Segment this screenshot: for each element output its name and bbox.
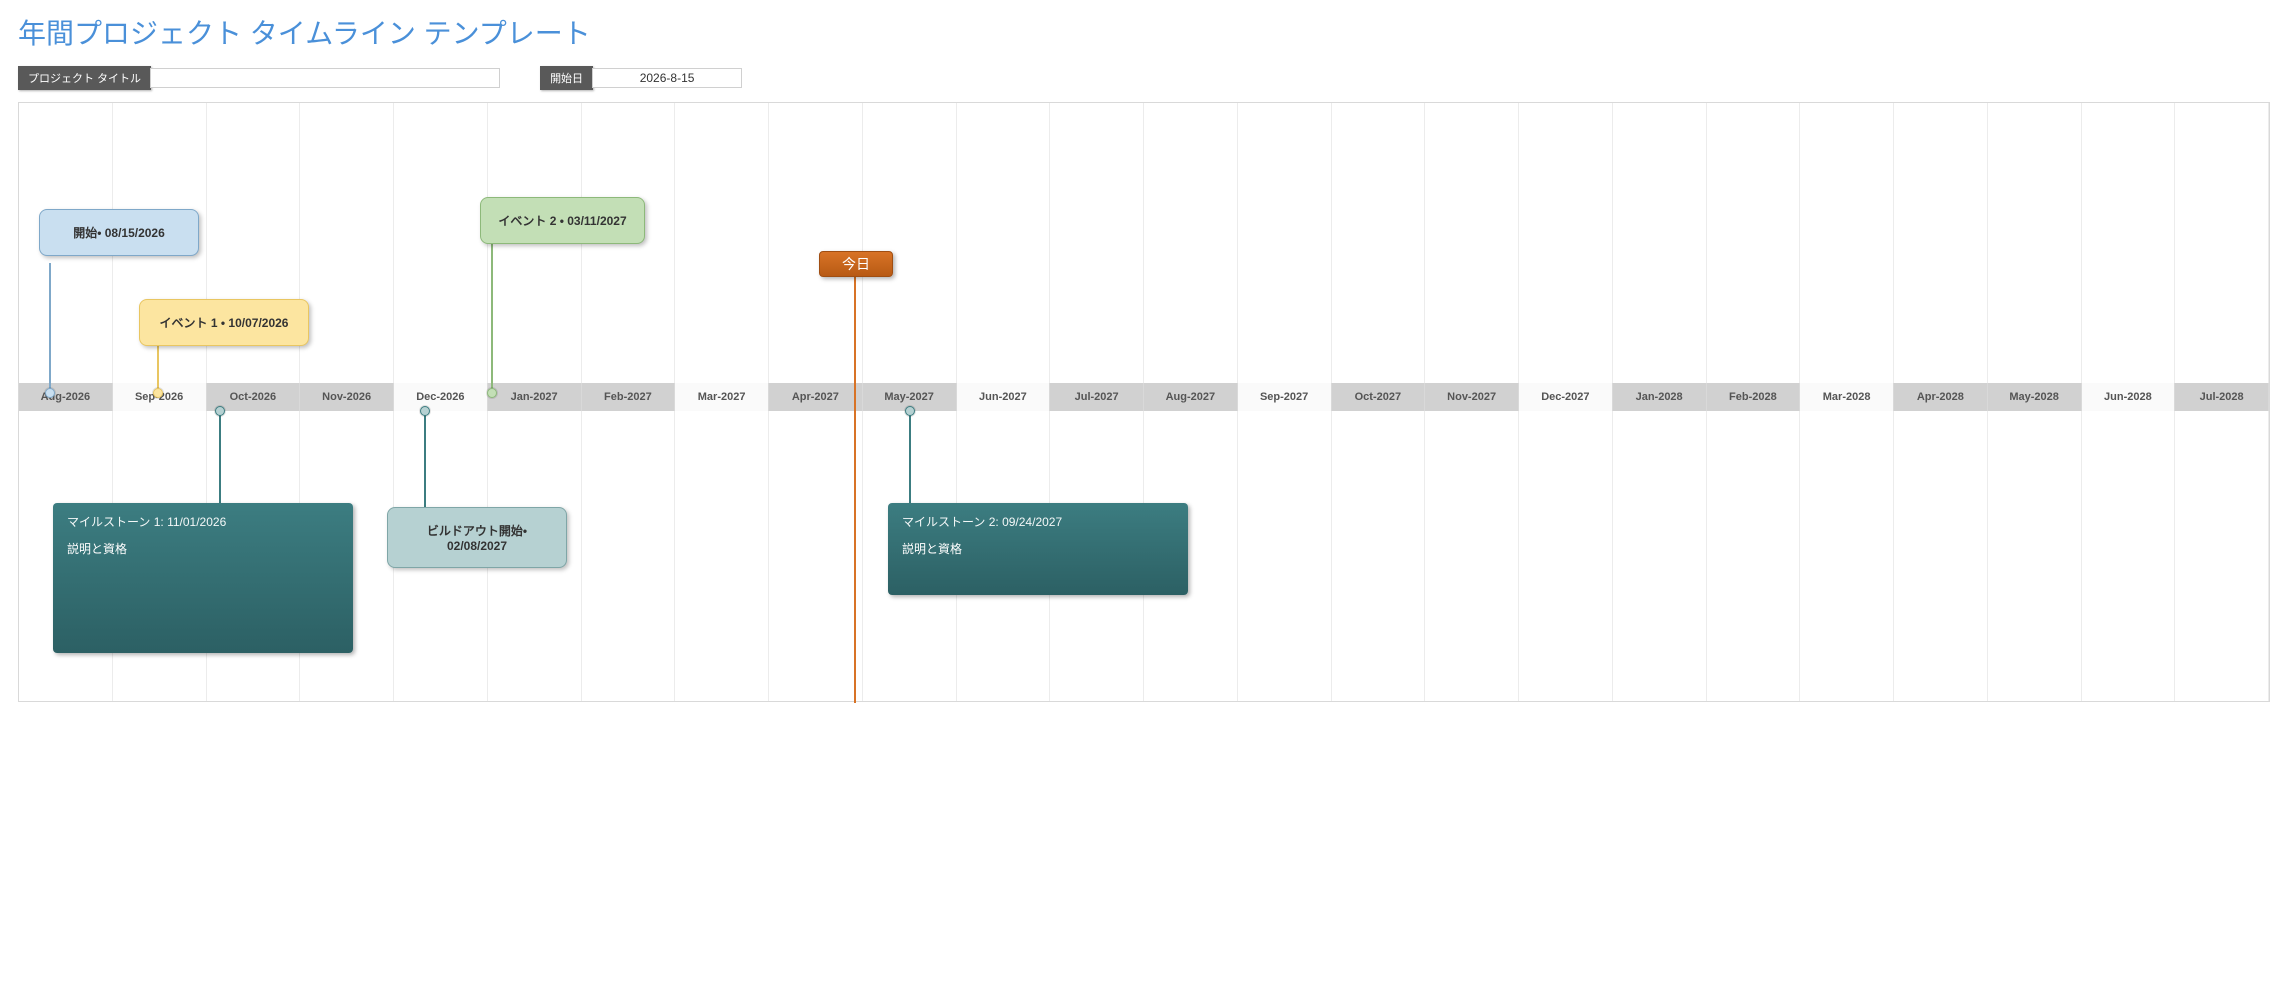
month-cell: Nov-2026 (300, 383, 394, 411)
project-title-label: プロジェクト タイトル (18, 66, 151, 90)
month-cell: Feb-2028 (1707, 383, 1801, 411)
milestone-2[interactable]: マイルストーン 2: 09/24/2027 説明と資格 (888, 503, 1188, 595)
header-row: プロジェクト タイトル 開始日 (18, 66, 2270, 90)
month-cell: Jul-2028 (2175, 383, 2269, 411)
connector-line (909, 411, 911, 506)
connector-line (219, 411, 221, 506)
month-cell: Dec-2027 (1519, 383, 1613, 411)
buildout-label: ビルドアウト開始• 02/08/2027 (427, 524, 527, 553)
milestone-marker (215, 406, 225, 416)
event-2-label: イベント 2 • 03/11/2027 (498, 214, 626, 228)
event-2-callout[interactable]: イベント 2 • 03/11/2027 (480, 197, 645, 244)
month-cell: Sep-2027 (1238, 383, 1332, 411)
event-start-callout[interactable]: 開始• 08/15/2026 (39, 209, 199, 256)
event-marker (420, 406, 430, 416)
timeline-chart: Aug-2026Sep-2026Oct-2026Nov-2026Dec-2026… (18, 102, 2270, 702)
milestone-2-desc: 説明と資格 (902, 540, 1174, 557)
project-title-input[interactable] (150, 68, 500, 88)
start-date-label: 開始日 (540, 66, 593, 90)
event-marker (45, 388, 55, 398)
month-cell: Jan-2028 (1613, 383, 1707, 411)
month-cell: Nov-2027 (1425, 383, 1519, 411)
month-cell: Apr-2027 (769, 383, 863, 411)
month-axis: Aug-2026Sep-2026Oct-2026Nov-2026Dec-2026… (19, 383, 2269, 411)
connector-line (424, 411, 426, 511)
connector-line (491, 243, 493, 393)
milestone-1[interactable]: マイルストーン 1: 11/01/2026 説明と資格 (53, 503, 353, 653)
connector-line (49, 263, 51, 393)
milestone-2-title: マイルストーン 2: 09/24/2027 (902, 513, 1174, 530)
month-cell: Mar-2027 (675, 383, 769, 411)
start-date-input[interactable] (592, 68, 742, 88)
event-marker (153, 388, 163, 398)
connector-line (157, 346, 159, 393)
buildout-callout[interactable]: ビルドアウト開始• 02/08/2027 (387, 507, 567, 568)
month-cell: Aug-2026 (19, 383, 113, 411)
month-cell: Apr-2028 (1894, 383, 1988, 411)
event-1-label: イベント 1 • 10/07/2026 (160, 316, 289, 330)
month-cell: Jan-2027 (488, 383, 582, 411)
event-1-callout[interactable]: イベント 1 • 10/07/2026 (139, 299, 309, 346)
milestone-marker (905, 406, 915, 416)
page-title: 年間プロジェクト タイムライン テンプレート (18, 12, 2270, 52)
today-line (854, 275, 856, 703)
event-marker (487, 388, 497, 398)
today-marker[interactable]: 今日 (819, 251, 893, 277)
event-start-label: 開始• 08/15/2026 (73, 226, 165, 240)
month-cell: Oct-2027 (1332, 383, 1426, 411)
month-cell: Jun-2027 (957, 383, 1051, 411)
milestone-1-title: マイルストーン 1: 11/01/2026 (67, 513, 339, 530)
month-cell: Jun-2028 (2082, 383, 2176, 411)
month-cell: Aug-2027 (1144, 383, 1238, 411)
month-cell: Dec-2026 (394, 383, 488, 411)
month-cell: Jul-2027 (1050, 383, 1144, 411)
milestone-1-desc: 説明と資格 (67, 540, 339, 557)
today-label: 今日 (842, 254, 870, 274)
month-cell: Feb-2027 (582, 383, 676, 411)
month-cell: Mar-2028 (1800, 383, 1894, 411)
month-cell: May-2028 (1988, 383, 2082, 411)
